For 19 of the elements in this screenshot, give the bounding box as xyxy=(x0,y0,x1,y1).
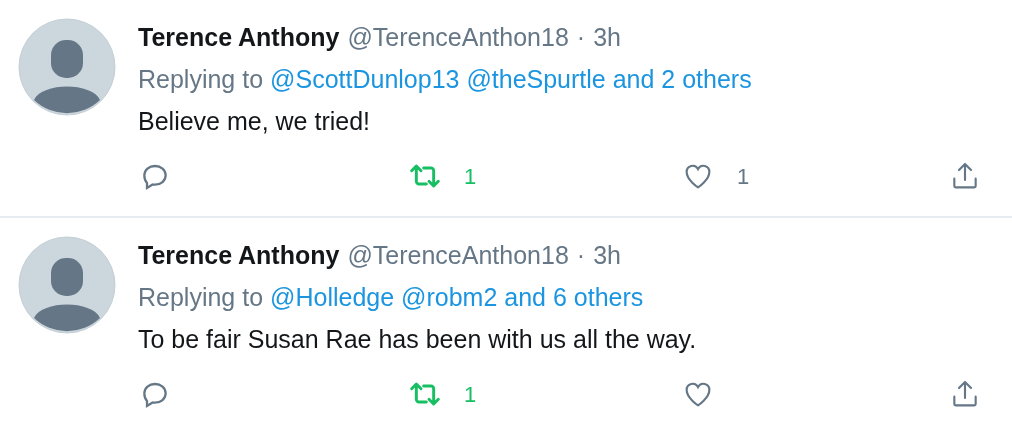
author-handle: @TerenceAnthon18 xyxy=(347,22,569,53)
separator-dot: · xyxy=(576,240,586,271)
author-name[interactable]: Terence Anthony xyxy=(138,236,340,274)
mention-link[interactable]: @ScottDunlop13 @theSpurtle and 2 others xyxy=(270,58,752,100)
mention-link[interactable]: @Holledge @robm2 and 6 others xyxy=(270,276,644,318)
author-handle: @TerenceAnthon18 xyxy=(347,240,569,271)
timestamp[interactable]: 3h xyxy=(593,18,621,56)
replying-label: Replying to xyxy=(138,282,264,313)
tweet-text: To be fair Susan Rae has been with us all the way. xyxy=(138,324,698,355)
retweet-count: 1 xyxy=(464,380,477,409)
retweet-count: 1 xyxy=(464,162,477,191)
timestamp[interactable]: 3h xyxy=(593,236,621,274)
avatar-icon xyxy=(18,236,116,334)
replying-label: Replying to xyxy=(138,64,264,95)
separator-dot: · xyxy=(576,22,586,53)
author-name[interactable]: Terence Anthony xyxy=(138,18,340,56)
avatar-icon xyxy=(18,18,116,116)
like-count: 1 xyxy=(737,162,750,191)
tweet-text: Believe me, we tried! xyxy=(138,106,372,137)
